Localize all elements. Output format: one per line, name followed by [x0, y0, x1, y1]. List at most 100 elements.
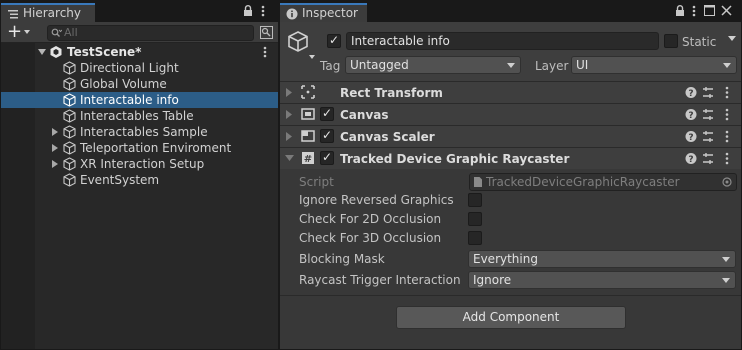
- hierarchy-item-label: Interactables Sample: [80, 125, 208, 139]
- component-tracked-device-graphic-raycaster[interactable]: # Tracked Device Graphic Raycaster ?: [280, 147, 741, 169]
- inspector-tab-bar: Inspector: [280, 1, 741, 22]
- gameobject-cube-icon: [63, 77, 76, 91]
- expand-arrow-icon[interactable]: [286, 110, 292, 119]
- static-checkbox[interactable]: [664, 34, 678, 48]
- gameobject-icon[interactable]: [287, 30, 315, 60]
- active-checkbox[interactable]: [327, 33, 341, 48]
- component-tools: ?: [685, 152, 731, 165]
- hierarchy-item[interactable]: XR Interaction Setup: [1, 156, 278, 172]
- expand-triangle-icon[interactable]: [38, 49, 46, 55]
- chevron-down-icon: [507, 63, 515, 68]
- blocking-mask-dropdown[interactable]: Everything: [468, 250, 736, 268]
- check-3d-label: Check For 3D Occlusion: [299, 231, 442, 245]
- add-component-label: Add Component: [462, 310, 560, 324]
- expand-arrow-icon[interactable]: [286, 88, 292, 97]
- scene-visibility-icon[interactable]: [260, 26, 273, 39]
- chevron-down-icon: [722, 257, 730, 262]
- component-canvas[interactable]: Canvas ?: [280, 103, 741, 125]
- gameobject-cube-icon: [63, 61, 76, 75]
- inspector-tab-label: Inspector: [302, 6, 358, 20]
- create-button[interactable]: +: [7, 22, 30, 42]
- lock-icon[interactable]: [675, 5, 685, 17]
- search-placeholder: All: [64, 26, 78, 39]
- hierarchy-item-label: Interactable info: [80, 93, 179, 107]
- chevron-down-icon: [24, 30, 30, 34]
- ignore-reversed-checkbox[interactable]: [468, 193, 482, 207]
- script-value: TrackedDeviceGraphicRaycaster: [486, 175, 680, 189]
- component-name: Tracked Device Graphic Raycaster: [340, 152, 570, 166]
- script-field[interactable]: TrackedDeviceGraphicRaycaster: [469, 173, 737, 191]
- expand-arrow-icon[interactable]: [52, 160, 58, 168]
- component-rect-transform[interactable]: Rect Transform ?: [280, 81, 741, 103]
- hierarchy-item[interactable]: Global Volume: [1, 76, 278, 92]
- tag-dropdown[interactable]: Untagged: [345, 56, 521, 74]
- lock-icon[interactable]: [243, 5, 253, 17]
- script-file-icon: [473, 176, 483, 188]
- raycast-trigger-dropdown[interactable]: Ignore: [468, 271, 736, 289]
- rect-transform-icon: [301, 85, 315, 99]
- check-2d-checkbox[interactable]: [468, 212, 482, 226]
- expand-arrow-icon[interactable]: [52, 144, 58, 152]
- hierarchy-item[interactable]: Interactables Table: [1, 108, 278, 124]
- hierarchy-item[interactable]: Directional Light: [1, 60, 278, 76]
- component-canvas-scaler[interactable]: Canvas Scaler ?: [280, 125, 741, 147]
- section-divider: [280, 295, 741, 296]
- hierarchy-item-label: Interactables Table: [80, 109, 194, 123]
- component-name: Canvas Scaler: [340, 130, 435, 144]
- check-3d-checkbox[interactable]: [468, 231, 482, 245]
- add-component-button[interactable]: Add Component: [396, 306, 626, 329]
- check-2d-label: Check For 2D Occlusion: [299, 212, 442, 226]
- object-header: Interactable info Static Tag Untagged La…: [280, 22, 741, 84]
- svg-text:?: ?: [688, 133, 693, 143]
- component-enabled-checkbox[interactable]: [320, 106, 334, 121]
- object-picker-icon[interactable]: [722, 177, 732, 187]
- hierarchy-item-label: XR Interaction Setup: [80, 157, 205, 171]
- more-options-icon[interactable]: [692, 5, 696, 17]
- hierarchy-item-label: Teleportation Enviroment: [80, 141, 232, 155]
- tab-hierarchy[interactable]: Hierarchy: [1, 3, 95, 22]
- inspector-panel: Inspector Interactable info Static Tag U…: [280, 1, 741, 349]
- scene-row[interactable]: TestScene*: [1, 44, 278, 60]
- component-name: Canvas: [340, 108, 389, 122]
- gameobject-cube-icon: [63, 157, 76, 171]
- tag-label: Tag: [320, 59, 341, 73]
- maximize-icon[interactable]: [704, 5, 715, 16]
- expand-arrow-icon[interactable]: [52, 128, 58, 136]
- static-dropdown-arrow-icon[interactable]: [728, 36, 736, 41]
- layer-label: Layer: [535, 59, 569, 73]
- hierarchy-item-selected[interactable]: Interactable info: [1, 92, 278, 108]
- scene-more-icon[interactable]: [263, 46, 267, 58]
- hierarchy-item[interactable]: Teleportation Enviroment: [1, 140, 278, 156]
- hierarchy-item[interactable]: EventSystem: [1, 172, 278, 188]
- search-input[interactable]: All: [47, 25, 254, 41]
- object-name-value: Interactable info: [351, 34, 450, 48]
- component-enabled-checkbox[interactable]: [320, 128, 334, 143]
- tab-inspector[interactable]: Inspector: [280, 3, 367, 22]
- component-tools: ?: [685, 108, 731, 121]
- component-name: Rect Transform: [340, 86, 443, 100]
- more-options-icon[interactable]: [261, 5, 265, 17]
- gameobject-cube-icon: [63, 93, 76, 107]
- hierarchy-panel: Hierarchy + All TestScene* Directional L…: [1, 1, 278, 349]
- layer-dropdown[interactable]: UI: [571, 56, 737, 74]
- raycast-trigger-label: Raycast Trigger Interaction: [299, 273, 461, 287]
- chevron-down-icon: [722, 278, 730, 283]
- canvas-icon: [301, 107, 315, 121]
- component-tools: ?: [685, 130, 731, 143]
- tag-value: Untagged: [350, 58, 409, 72]
- layer-value: UI: [576, 58, 589, 72]
- close-icon[interactable]: [721, 5, 732, 16]
- raycast-trigger-value: Ignore: [473, 273, 512, 287]
- hierarchy-item[interactable]: Interactables Sample: [1, 124, 278, 140]
- collapse-arrow-icon[interactable]: [285, 155, 294, 161]
- expand-arrow-icon[interactable]: [286, 132, 292, 141]
- component-enabled-checkbox[interactable]: [320, 150, 334, 165]
- object-name-field[interactable]: Interactable info: [346, 32, 659, 50]
- component-tools: ?: [685, 86, 731, 99]
- chevron-down-icon: [723, 63, 731, 68]
- ignore-reversed-label: Ignore Reversed Graphics: [299, 193, 454, 207]
- svg-text:?: ?: [688, 111, 693, 121]
- info-icon: [286, 8, 298, 20]
- scene-name: TestScene*: [67, 45, 142, 59]
- svg-text:?: ?: [688, 155, 693, 165]
